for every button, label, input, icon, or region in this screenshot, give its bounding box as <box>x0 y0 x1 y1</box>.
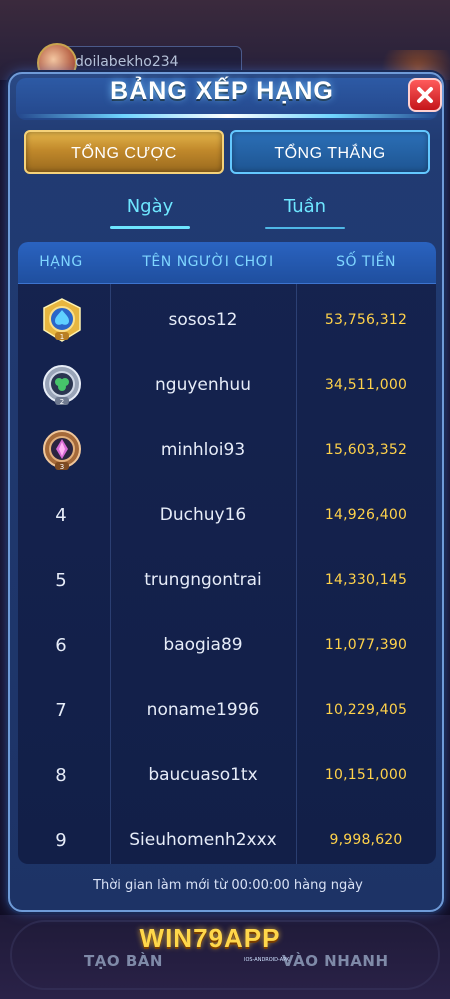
close-button[interactable] <box>408 78 442 112</box>
player-name: sosos12 <box>168 310 238 330</box>
silver-medal-icon: 2 <box>38 361 86 409</box>
player-amount: 10,151,000 <box>324 767 408 783</box>
gold-medal-icon: 1 <box>38 296 86 344</box>
player-amount: 14,330,145 <box>324 572 408 588</box>
player-amount: 9,998,620 <box>329 832 403 848</box>
player-name: noname1996 <box>146 700 260 720</box>
subtab-week[interactable]: Tuần <box>265 196 345 229</box>
player-rank: 4 <box>55 505 67 526</box>
svg-text:1: 1 <box>60 333 64 341</box>
panel-title: BẢNG XẾP HẠNG <box>110 77 334 105</box>
refresh-note: Thời gian làm mới từ 00:00:00 hàng ngày <box>93 878 363 893</box>
table-row: 8 baucuaso1tx 10,151,000 <box>18 743 436 808</box>
subtab-week-label: Tuần <box>283 196 327 217</box>
player-amount: 53,756,312 <box>324 312 408 328</box>
player-amount: 15,603,352 <box>324 442 408 458</box>
username: doilabekho234 <box>75 54 179 70</box>
player-rank: 7 <box>55 700 67 721</box>
player-name: nguyenhuu <box>155 375 251 395</box>
bronze-medal-icon: 3 <box>38 426 86 474</box>
table-row: 7 noname1996 10,229,405 <box>18 678 436 743</box>
table-row: 2 nguyenhuu 34,511,000 <box>18 353 436 418</box>
header-player-name: TÊN NGƯỜI CHƠI <box>142 254 274 270</box>
player-name: trungngontrai <box>144 570 262 590</box>
svg-text:3: 3 <box>60 463 64 471</box>
table-row: 9 Sieuhomenh2xxx 9,998,620 <box>18 808 436 864</box>
subtab-day-label: Ngày <box>126 196 174 217</box>
tab-total-win[interactable]: TỔNG THẮNG <box>230 130 430 174</box>
player-rank: 8 <box>55 765 67 786</box>
header-amount: SỐ TIỀN <box>336 254 396 270</box>
player-rank: 9 <box>55 830 67 851</box>
header-rank: HẠNG <box>39 254 83 270</box>
subtab-week-underline <box>265 227 345 229</box>
title-underline <box>18 114 438 118</box>
table-row: 6 baogia89 11,077,390 <box>18 613 436 678</box>
table-row: 3 minhloi93 15,603,352 <box>18 418 436 483</box>
player-name: Sieuhomenh2xxx <box>129 830 277 850</box>
player-name: baogia89 <box>163 635 243 655</box>
app-logo: WIN79APP IOS-ANDROID-APK <box>120 915 300 965</box>
player-amount: 14,926,400 <box>324 507 408 523</box>
leaderboard-table: HẠNG TÊN NGƯỜI CHƠI SỐ TIỀN 1 sosos12 53… <box>18 242 436 864</box>
player-name: Duchuy16 <box>159 505 247 525</box>
close-icon <box>417 87 433 103</box>
table-header: HẠNG TÊN NGƯỜI CHƠI SỐ TIỀN <box>18 242 436 284</box>
player-rank: 6 <box>55 635 67 656</box>
table-row: 4 Duchuy16 14,926,400 <box>18 483 436 548</box>
leaderboard-panel: BẢNG XẾP HẠNG TỔNG CƯỢC TỔNG THẮNG Ngày … <box>8 72 444 912</box>
subtab-day-underline <box>110 226 190 229</box>
logo-subtext: IOS-ANDROID-APK <box>244 957 290 963</box>
player-name: minhloi93 <box>160 440 246 460</box>
player-name: baucuaso1tx <box>148 765 258 785</box>
subtab-day[interactable]: Ngày <box>110 196 190 229</box>
table-row: 1 sosos12 53,756,312 <box>18 288 436 353</box>
player-amount: 10,229,405 <box>324 702 408 718</box>
tab-total-bet[interactable]: TỔNG CƯỢC <box>24 130 224 174</box>
player-rank: 5 <box>55 570 67 591</box>
player-amount: 11,077,390 <box>324 637 408 653</box>
table-row: 5 trungngontrai 14,330,145 <box>18 548 436 613</box>
logo-text: WIN79APP <box>139 923 281 953</box>
player-amount: 34,511,000 <box>324 377 408 393</box>
svg-text:2: 2 <box>60 398 64 406</box>
